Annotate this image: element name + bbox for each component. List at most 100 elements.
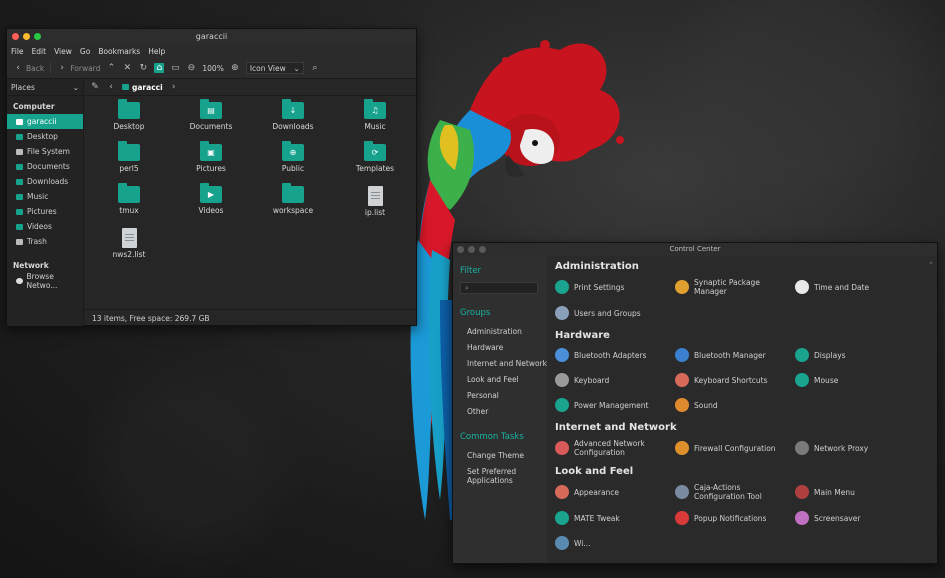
group-other[interactable]: Other: [460, 404, 547, 420]
folder-item[interactable]: ↓ Downloads: [252, 99, 334, 144]
applet-launcher[interactable]: Bluetooth Manager: [675, 347, 795, 363]
menu-bookmarks[interactable]: Bookmarks: [98, 47, 140, 56]
sidebar-item-browse-network[interactable]: Browse Netwo...: [7, 272, 83, 290]
group-hardware[interactable]: Hardware: [460, 340, 547, 356]
back-button[interactable]: ‹ Back: [13, 63, 44, 73]
computer-icon[interactable]: ▭: [170, 63, 180, 73]
sidebar-item-trash[interactable]: Trash: [7, 234, 83, 249]
breadcrumb[interactable]: garacci: [122, 83, 163, 92]
folder-item[interactable]: tmux: [88, 183, 170, 228]
applet-launcher[interactable]: Main Menu: [795, 483, 915, 501]
sidebar-item-downloads[interactable]: Downloads: [7, 174, 83, 189]
applet-label: Users and Groups: [574, 308, 641, 318]
menu-file[interactable]: File: [11, 47, 24, 56]
folder-item[interactable]: ▶ Videos: [170, 183, 252, 228]
close-window-button[interactable]: [12, 33, 19, 40]
group-look-and-feel[interactable]: Look and Feel: [460, 372, 547, 388]
sidebar-item-filesystem[interactable]: File System: [7, 144, 83, 159]
folder-item[interactable]: ⟳ Templates: [334, 141, 416, 186]
applet-launcher[interactable]: Mouse: [795, 372, 915, 388]
item-label: Pictures: [196, 164, 226, 173]
menu-help[interactable]: Help: [148, 47, 165, 56]
sidebar-item-desktop[interactable]: Desktop: [7, 129, 83, 144]
window-titlebar[interactable]: garaccii: [7, 29, 416, 45]
up-icon[interactable]: ⌃: [106, 63, 116, 73]
sidebar-item-pictures[interactable]: Pictures: [7, 204, 83, 219]
task-set-preferred-apps[interactable]: Set Preferred Applications: [460, 464, 527, 489]
applet-launcher[interactable]: Users and Groups: [555, 305, 675, 321]
applet-icon: [675, 373, 689, 387]
group-administration[interactable]: Administration: [460, 324, 547, 340]
stop-icon[interactable]: ✕: [122, 63, 132, 73]
filter-search-input[interactable]: ⌕: [460, 282, 538, 294]
groups-header: Groups: [460, 308, 491, 318]
minimize-window-button[interactable]: [23, 33, 30, 40]
applet-launcher[interactable]: Sound: [675, 397, 795, 413]
folder-icon: [118, 141, 140, 161]
folder-item[interactable]: perl5: [88, 141, 170, 186]
minimize-window-button[interactable]: [468, 246, 475, 253]
file-item[interactable]: nws2.list: [88, 228, 170, 270]
folder-icon: [16, 133, 23, 140]
group-personal[interactable]: Personal: [460, 388, 547, 404]
applet-launcher[interactable]: Firewall Configuration: [675, 439, 795, 457]
reload-icon[interactable]: ↻: [138, 63, 148, 73]
folder-item[interactable]: ♫ Music: [334, 99, 416, 144]
applet-launcher[interactable]: Keyboard Shortcuts: [675, 372, 795, 388]
folder-item[interactable]: ⊕ Public: [252, 141, 334, 186]
chevron-left-icon[interactable]: ‹: [106, 82, 116, 92]
applet-launcher[interactable]: Screensaver: [795, 510, 915, 526]
applet-icon: [555, 536, 569, 550]
chevron-right-icon[interactable]: ›: [169, 82, 179, 92]
applet-launcher[interactable]: Network Proxy: [795, 439, 915, 457]
sidebar-item-music[interactable]: Music: [7, 189, 83, 204]
folder-item[interactable]: Desktop: [88, 99, 170, 144]
home-icon[interactable]: ⌂: [154, 63, 165, 73]
folder-icon: ▶: [200, 183, 222, 203]
folder-item[interactable]: ▣ Pictures: [170, 141, 252, 186]
applet-launcher[interactable]: MATE Tweak: [555, 510, 675, 526]
view-mode-select[interactable]: Icon View ⌄: [245, 62, 304, 74]
applet-launcher[interactable]: Displays: [795, 347, 915, 363]
applet-launcher[interactable]: Caja-Actions Configuration Tool: [675, 483, 795, 501]
places-select[interactable]: Places ⌄: [7, 79, 83, 96]
maximize-window-button[interactable]: [479, 246, 486, 253]
zoom-out-icon[interactable]: ⊖: [186, 63, 196, 73]
applet-launcher[interactable]: Bluetooth Adapters: [555, 347, 675, 363]
sidebar-item-documents[interactable]: Documents: [7, 159, 83, 174]
forward-button[interactable]: › Forward: [57, 63, 100, 73]
menu-edit[interactable]: Edit: [32, 47, 47, 56]
menu-go[interactable]: Go: [80, 47, 90, 56]
applet-launcher[interactable]: Print Settings: [555, 278, 675, 296]
edit-path-icon[interactable]: ✎: [90, 82, 100, 92]
sidebar-item-videos[interactable]: Videos: [7, 219, 83, 234]
section-heading: Administration: [555, 261, 639, 272]
applet-launcher[interactable]: Popup Notifications: [675, 510, 795, 526]
applet-launcher[interactable]: Keyboard: [555, 372, 675, 388]
folder-icon: ⊕: [282, 141, 304, 161]
task-change-theme[interactable]: Change Theme: [460, 448, 547, 464]
applet-launcher[interactable]: Synaptic Package Manager: [675, 278, 795, 296]
zoom-in-icon[interactable]: ⊕: [230, 63, 240, 73]
search-icon[interactable]: ⌕: [310, 63, 320, 73]
arrow-right-icon: ›: [60, 63, 65, 73]
applet-launcher[interactable]: Wi...: [555, 535, 675, 551]
applet-launcher[interactable]: Appearance: [555, 483, 675, 501]
scroll-up-icon[interactable]: ⌃: [928, 261, 934, 269]
sidebar-item-home[interactable]: garaccii: [7, 114, 83, 129]
menu-view[interactable]: View: [54, 47, 72, 56]
window-titlebar[interactable]: Control Center: [453, 243, 937, 256]
folder-item[interactable]: workspace: [252, 183, 334, 228]
close-window-button[interactable]: [457, 246, 464, 253]
folder-item[interactable]: ▤ Documents: [170, 99, 252, 144]
applet-launcher[interactable]: Power Management: [555, 397, 675, 413]
maximize-window-button[interactable]: [34, 33, 41, 40]
home-folder-icon: [122, 84, 129, 90]
group-internet-network[interactable]: Internet and Network: [460, 356, 547, 372]
applet-launcher[interactable]: Advanced Network Configuration: [555, 439, 675, 457]
applet-row: Users and Groups: [555, 305, 937, 321]
file-item[interactable]: ip.list: [334, 186, 416, 228]
applet-icon: [555, 306, 569, 320]
applet-launcher[interactable]: Time and Date: [795, 278, 915, 296]
applet-label: Mouse: [814, 375, 839, 385]
